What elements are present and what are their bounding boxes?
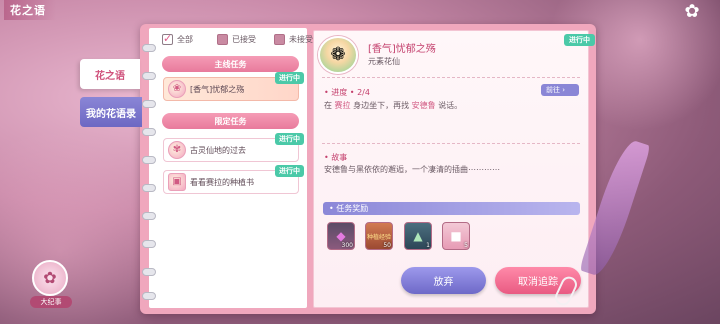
quest-detail-title: [香气]忧郁之殇 xyxy=(368,44,436,55)
text: 说话。 xyxy=(438,101,463,110)
quest-item[interactable]: ✾ 古灵仙地的过去 进行中 xyxy=(163,133,304,162)
chronicle-label[interactable]: 大纪事 xyxy=(30,296,72,308)
quest-item[interactable]: ▣ 看看赛拉的种植书 进行中 xyxy=(163,165,304,194)
status-badge: 进行中 xyxy=(275,133,304,145)
story-heading: • 故事 xyxy=(324,153,348,162)
status-badge: 进行中 xyxy=(564,34,595,46)
checkbox[interactable] xyxy=(162,32,173,45)
binder-ring xyxy=(142,100,156,108)
section-limited-quests[interactable]: 限定任务 xyxy=(162,113,299,129)
binder-ring xyxy=(142,184,156,192)
pink-box-icon[interactable]: ■ 5 xyxy=(442,222,470,250)
progress-text: 在 赛拉 身边坐下，再找 安德鲁 说话。 xyxy=(324,100,462,111)
quest-title: 古灵仙地的过去 xyxy=(190,145,246,155)
crystal-icon[interactable]: ▲ 1 xyxy=(404,222,432,250)
reward-label: 任务奖励 xyxy=(336,204,369,213)
filter-label: 未接受 xyxy=(289,35,313,44)
quest-portrait: ❁ xyxy=(318,36,358,74)
binder-ring xyxy=(142,128,156,136)
binder-ring xyxy=(142,72,156,80)
quest-avatar-icon: ✾ xyxy=(168,141,186,159)
goto-label: 前往 xyxy=(546,86,560,94)
filter-all[interactable]: 全部 xyxy=(162,32,193,45)
gem-icon[interactable]: ◆ 300 xyxy=(327,222,355,250)
quest-item[interactable]: ❀ [香气]忧郁之殇 进行中 xyxy=(163,72,304,101)
quest-avatar-icon: ❀ xyxy=(168,80,186,98)
status-badge: 进行中 xyxy=(275,72,304,84)
npc-name: 赛拉 xyxy=(334,101,351,110)
quest-filters: 全部 已接受 未接受 xyxy=(162,32,313,45)
progress-label: 进度 xyxy=(331,88,348,97)
progress-heading: • 进度 • 2/4 xyxy=(324,88,370,97)
filter-accepted[interactable]: 已接受 xyxy=(217,34,256,45)
seed-book-icon[interactable]: 种植经验 50 xyxy=(365,222,393,250)
progress-value: 2/4 xyxy=(357,88,370,97)
goto-button[interactable]: 前往 › xyxy=(541,84,579,96)
binder-ring xyxy=(142,44,156,52)
book-icon: ▣ xyxy=(168,173,186,191)
tab-flower-language[interactable]: 花之语 xyxy=(80,59,140,89)
section-main-quests[interactable]: 主线任务 xyxy=(162,56,299,72)
story-label: 故事 xyxy=(331,153,348,162)
reward-count: 50 xyxy=(383,242,391,249)
tab-my-flower-records[interactable]: 我的花语录 xyxy=(80,97,142,127)
tab-label: 我的花语录 xyxy=(86,108,136,120)
chronicle-icon[interactable]: ✿ xyxy=(32,260,68,296)
reward-count: 1 xyxy=(426,242,430,249)
npc-name: 安德鲁 xyxy=(411,101,436,110)
filter-label: 全部 xyxy=(177,35,193,44)
quest-title: [香气]忧郁之殇 xyxy=(190,84,245,94)
filter-not-accepted[interactable]: 未接受 xyxy=(274,34,313,45)
give-up-button[interactable]: 放弃 xyxy=(401,267,486,294)
flower-logo-icon[interactable]: ✿ xyxy=(682,2,702,22)
binder-ring xyxy=(142,156,156,164)
binder-ring xyxy=(142,240,156,248)
tab-label: 花之语 xyxy=(95,70,125,82)
reward-heading: • 任务奖励 xyxy=(323,202,580,215)
page-title: 花之语 xyxy=(4,0,56,20)
text: 在 xyxy=(324,101,332,110)
reward-count: 5 xyxy=(464,242,468,249)
quest-title: 看看赛拉的种植书 xyxy=(190,177,254,187)
quest-detail-subtitle: 元素花仙 xyxy=(368,57,400,66)
story-text: 安德鲁与黑依依的邂逅，一个凄清的插曲⋯⋯⋯⋯ xyxy=(324,165,500,174)
reward-label: 种植经验 xyxy=(366,233,391,241)
filter-label: 已接受 xyxy=(232,35,256,44)
status-badge: 进行中 xyxy=(275,165,304,177)
checkbox[interactable] xyxy=(274,34,285,45)
binder-ring xyxy=(142,212,156,220)
reward-count: 300 xyxy=(341,242,353,249)
divider xyxy=(322,143,580,144)
binder-ring xyxy=(142,292,156,300)
checkbox[interactable] xyxy=(217,34,228,45)
text: 身边坐下，再找 xyxy=(353,101,410,110)
binder-ring xyxy=(142,268,156,276)
divider xyxy=(322,77,580,78)
